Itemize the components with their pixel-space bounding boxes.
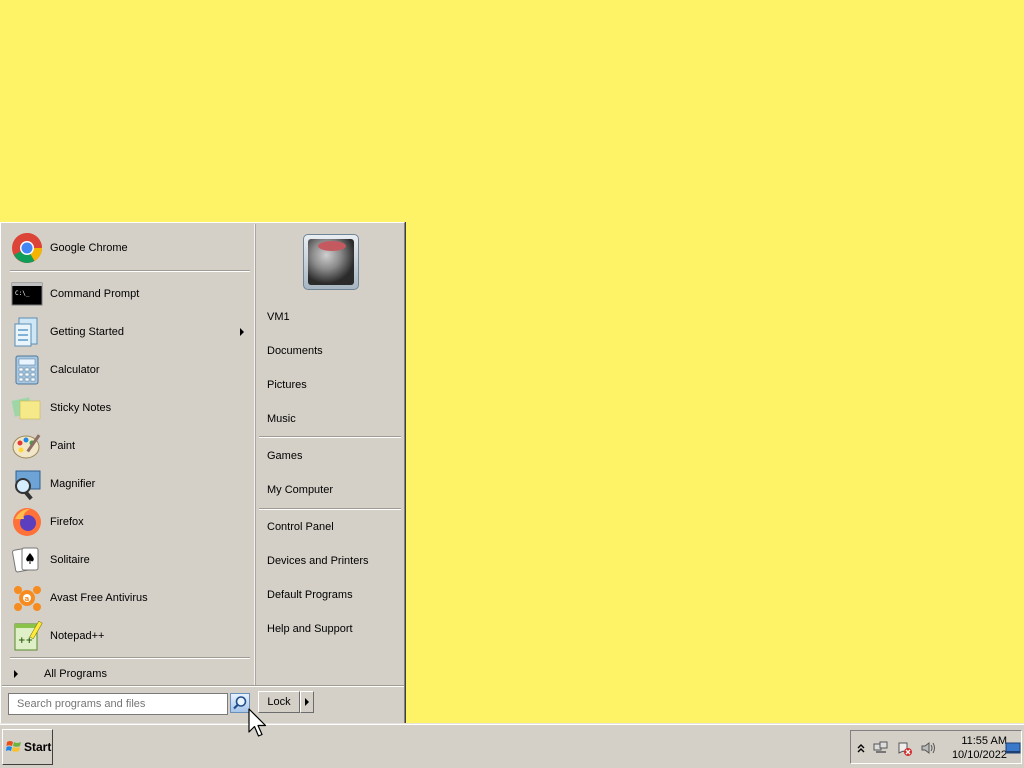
clock-time[interactable]: 11:55 AM (947, 735, 1007, 747)
place-music[interactable]: Music (267, 408, 296, 430)
search-button[interactable] (230, 693, 250, 713)
program-label: Command Prompt (50, 288, 140, 300)
system-tray: 11:55 AM 10/10/2022 (850, 730, 1022, 764)
calculator-icon (10, 353, 44, 387)
program-google-chrome[interactable]: Google Chrome (8, 230, 252, 266)
program-label: Getting Started (50, 326, 124, 338)
place-games[interactable]: Games (267, 445, 302, 467)
places-separator-2 (259, 508, 401, 510)
sticky-notes-icon (10, 391, 44, 425)
program-label: Magnifier (50, 478, 96, 490)
user-picture[interactable] (303, 234, 359, 290)
place-pictures[interactable]: Pictures (267, 374, 307, 396)
program-avast-free-antivirus[interactable]: a Avast Free Antivirus (8, 580, 252, 616)
all-programs-separator (10, 657, 250, 659)
program-label: Solitaire (50, 554, 90, 566)
start-button[interactable]: Start (2, 729, 53, 765)
place-default-programs[interactable]: Default Programs (267, 584, 353, 606)
solitaire-icon (10, 543, 44, 577)
show-hidden-icons-button[interactable] (855, 741, 871, 755)
clock-date[interactable]: 10/10/2022 (941, 749, 1007, 761)
places-separator-1 (259, 436, 401, 438)
start-menu-places-pane: VM1 Documents Pictures Music Games My Co… (254, 224, 404, 686)
program-notepad-plus-plus[interactable]: ++ Notepad++ (8, 618, 252, 654)
magnifier-icon (10, 467, 44, 501)
all-programs-label: All Programs (44, 668, 107, 680)
place-devices-and-printers[interactable]: Devices and Printers (267, 550, 369, 572)
paint-icon (10, 429, 44, 463)
mouse-cursor-icon (248, 708, 267, 737)
search-input[interactable] (8, 693, 228, 715)
program-solitaire[interactable]: Solitaire (8, 542, 252, 578)
program-paint[interactable]: Paint (8, 428, 252, 464)
start-menu-programs-pane: Google Chrome C:\_ Command Prompt Gettin… (2, 224, 254, 686)
getting-started-icon (10, 315, 44, 349)
program-sticky-notes[interactable]: Sticky Notes (8, 390, 252, 426)
taskbar: Start 11:55 AM 10/10/2022 (0, 724, 1024, 768)
program-label: Calculator (50, 364, 100, 376)
notepad-plus-plus-icon: ++ (10, 619, 44, 653)
program-label: Sticky Notes (50, 402, 112, 414)
command-prompt-icon: C:\_ (10, 277, 44, 311)
place-documents[interactable]: Documents (267, 340, 323, 362)
place-vm1[interactable]: VM1 (267, 306, 290, 328)
show-desktop-icon[interactable] (1005, 741, 1021, 755)
program-calculator[interactable]: Calculator (8, 352, 252, 388)
program-command-prompt[interactable]: C:\_ Command Prompt (8, 276, 252, 312)
program-getting-started[interactable]: Getting Started (8, 314, 252, 350)
start-menu: Google Chrome C:\_ Command Prompt Gettin… (0, 222, 405, 724)
program-label: Notepad++ (50, 630, 105, 642)
svg-text:C:\_: C:\_ (15, 290, 30, 297)
volume-icon[interactable] (921, 741, 937, 755)
chrome-icon (10, 231, 44, 265)
pinned-separator (10, 270, 250, 272)
search-icon (233, 696, 247, 710)
svg-text:a: a (25, 595, 30, 603)
program-label: Google Chrome (50, 242, 128, 254)
avast-icon: a (10, 581, 44, 615)
program-label: Avast Free Antivirus (50, 592, 148, 604)
place-control-panel[interactable]: Control Panel (267, 516, 334, 538)
program-label: Paint (50, 440, 76, 452)
start-label: Start (24, 740, 52, 754)
program-label: Firefox (50, 516, 84, 528)
place-my-computer[interactable]: My Computer (267, 479, 333, 501)
chevron-up-icon (857, 744, 865, 753)
start-menu-bottom-bar: Lock (2, 686, 404, 724)
place-help-and-support[interactable]: Help and Support (267, 618, 353, 640)
action-center-icon[interactable] (897, 741, 913, 756)
windows-logo-icon (6, 741, 21, 752)
firefox-icon (10, 505, 44, 539)
expand-arrow-icon (14, 670, 18, 678)
all-programs-button[interactable]: All Programs (12, 664, 242, 684)
submenu-arrow-icon (240, 328, 244, 336)
network-icon[interactable] (873, 741, 889, 755)
program-firefox[interactable]: Firefox (8, 504, 252, 540)
program-magnifier[interactable]: Magnifier (8, 466, 252, 502)
shutdown-options-arrow[interactable] (300, 691, 314, 713)
